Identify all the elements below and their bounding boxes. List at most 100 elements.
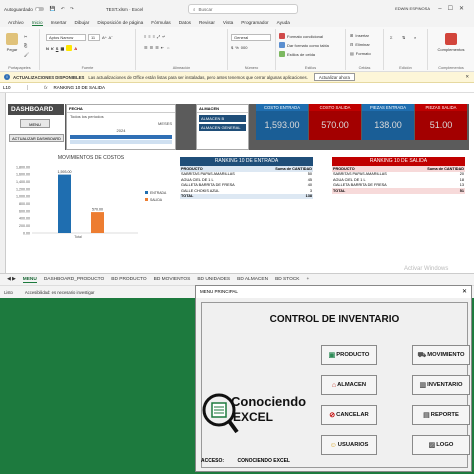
delete-cells-button[interactable]: ⊟ Eliminar [350,42,370,47]
timeline-scroll[interactable] [70,140,172,144]
currency-icon[interactable]: $ [231,45,233,50]
font-name-select[interactable]: Aptos Narrow [46,34,86,41]
date-slicer[interactable]: FECHA Todos los períodos MESES 2024 [66,104,176,150]
almacen-button[interactable]: ⌂ ALMACEN [321,375,377,395]
ribbon-tab-archivo[interactable]: Archivo [8,20,24,25]
close-icon[interactable]: ✕ [462,286,467,298]
comma-icon[interactable]: 000 [241,45,248,50]
costs-chart[interactable]: MOVIMIENTOS DE COSTOS 1,800.00 1,600.00 1,… [8,155,174,241]
bar-salida[interactable] [91,212,104,233]
col-producto[interactable]: PRODUCTO [332,167,420,171]
underline-button[interactable]: S [56,46,59,51]
cell-styles-button[interactable]: Estilos de celda [279,51,315,57]
addins-button[interactable]: Complementos [434,33,468,52]
copy-button[interactable]: ⎘ [24,43,27,48]
bar-entrada[interactable] [58,174,71,233]
cancelar-button[interactable]: ⊘ CANCELAR [321,405,377,425]
name-box[interactable]: L10 [0,85,28,90]
ribbon-tab-revisar[interactable]: Revisar [199,20,215,25]
align-bottom-icon[interactable]: ≡ [153,34,155,39]
indent-icon[interactable]: ⇤ [161,45,164,50]
sheet-tab[interactable]: BD UNIDADES [197,277,230,282]
sheet-tab[interactable]: MENU [22,277,37,283]
wrap-text-icon[interactable]: ↵ [162,34,165,39]
tab-scroll-arrows[interactable]: ◀ ▶ [7,277,16,282]
movimiento-button[interactable]: ⛟ MOVIMIENTO [412,345,470,365]
ribbon-tab-f-rmulas[interactable]: Fórmulas [151,20,171,25]
ribbon-tab-ayuda[interactable]: Ayuda [277,20,290,25]
bold-button[interactable]: N [46,46,49,51]
grow-font-icon[interactable]: A^ [102,35,107,40]
sheet-tab[interactable]: DASHBOARD_PRODUCTO [44,277,104,282]
quick-access-icons[interactable]: 💾 ↶ ↷ [50,6,76,12]
ribbon-tab-datos[interactable]: Datos [179,20,191,25]
ribbon-tab-vista[interactable]: Vista [223,20,233,25]
fill-color-icon[interactable] [66,45,73,51]
conditional-format-button[interactable]: Formato condicional [279,33,323,39]
table-row[interactable]: SABRITAS PAPAS AMARILLAS 20 [332,172,465,178]
almacen-item[interactable]: ALMACEN GENERAL [199,124,246,131]
ribbon-tab-programador[interactable]: Programador [241,20,268,25]
table-row[interactable]: GALLETA BARRITA DE FRESA 13 [332,183,465,189]
format-painter-button[interactable]: 🖌 [24,52,29,57]
close-icon[interactable]: ✕ [465,74,469,80]
update-dashboard-button[interactable]: ACTUALIZAR DASHBOARD [9,134,64,142]
italic-button[interactable]: K [51,46,54,51]
sort-button[interactable]: ⇅ [402,35,405,40]
worksheet[interactable]: DASHBOARD MENU ACTUALIZAR DASHBOARD FECH… [0,93,474,273]
align-middle-icon[interactable]: ≡ [148,34,150,39]
update-now-button[interactable]: Actualizar ahora [313,73,355,81]
merge-icon[interactable]: ⇔ [166,45,170,50]
sheet-tab[interactable]: BD ALMACEN [237,277,268,282]
window-controls[interactable]: –☐✕ [438,5,470,12]
autosave[interactable]: Autoguardado [4,7,44,12]
add-sheet-icon[interactable]: + [307,277,310,282]
find-button[interactable]: ⌕ [414,35,416,40]
borders-icon[interactable]: ▦ [60,46,64,51]
ribbon-tab-inicio[interactable]: Inicio [31,20,43,26]
insert-cells-button[interactable]: ⊞ Insertar [350,33,369,38]
logo-button[interactable]: ▨ LOGO [412,435,470,455]
timeline-bar[interactable] [70,135,172,139]
ribbon-tab-dibujar[interactable]: Dibujar [75,20,90,25]
sheet-tab[interactable]: BD PRODUCTO [111,277,146,282]
cut-button[interactable]: ✂ [24,34,27,39]
orientation-icon[interactable]: ⤢ [157,34,160,39]
usuarios-button[interactable]: ☺ USUARIOS [321,435,377,455]
search-box[interactable]: ⌕ Buscar [188,4,298,14]
table-row[interactable]: AGUA CIEL DE 1 L 18 [332,177,465,183]
align-right-icon[interactable]: ☰ [155,45,159,50]
shrink-font-icon[interactable]: Aˇ [109,35,113,40]
almacen-item[interactable]: ALMACEN B [199,115,246,122]
reporte-button[interactable]: ▤ REPORTE [412,405,470,425]
producto-button[interactable]: ▣ PRODUCTO [321,345,377,365]
align-center-icon[interactable]: ☰ [150,45,154,50]
number-format-select[interactable]: General [231,34,271,41]
table-row[interactable]: AGUA CIEL DE 1 L 45 [180,177,313,183]
ribbon-tab-insertar[interactable]: Insertar [51,20,67,25]
autosave-toggle[interactable] [34,6,44,12]
align-left-icon[interactable]: ☰ [144,45,148,50]
format-cells-button[interactable]: ▤ Formato [350,51,371,56]
table-row[interactable]: SABRITAS PAPAS AMARILLAS 50 [180,172,313,178]
inventario-button[interactable]: ▥ INVENTARIO [412,375,470,395]
ribbon-tab-disposici-n-de-p-gina[interactable]: Disposición de página [97,20,143,25]
percent-icon[interactable]: % [235,45,239,50]
font-size-select[interactable]: 11 [88,34,100,41]
fx-icon[interactable]: fx [44,85,48,90]
align-top-icon[interactable]: ≡ [144,34,146,39]
menu-button[interactable]: MENU [20,119,50,128]
almacen-slicer[interactable]: ALMACEN ALMACEN B ALMACEN GENERAL [196,104,249,150]
table-row[interactable]: GALLETA BARRITA DE FRESA 40 [180,183,313,189]
table-row[interactable]: GALLE CHOKIS AZUL 3 [180,188,313,194]
col-cantidad[interactable]: Suma de CANTIDAD [268,167,313,171]
col-producto[interactable]: PRODUCTO [180,167,268,171]
user-name[interactable]: EDWIN ESPINOSA [395,6,430,11]
autosum-button[interactable]: Σ [390,35,392,40]
sheet-tab[interactable]: BD STOCK [275,277,299,282]
paste-button[interactable]: Pegar [4,33,20,52]
sheet-tab[interactable]: BD MOVIENTOS [154,277,191,282]
date-slicer-unit[interactable]: MESES [67,120,175,127]
accessibility-status[interactable]: Accesibilidad: es necesario investigar [25,290,95,295]
formula-input[interactable]: RANKING 10 DE SALIDA [54,85,106,90]
